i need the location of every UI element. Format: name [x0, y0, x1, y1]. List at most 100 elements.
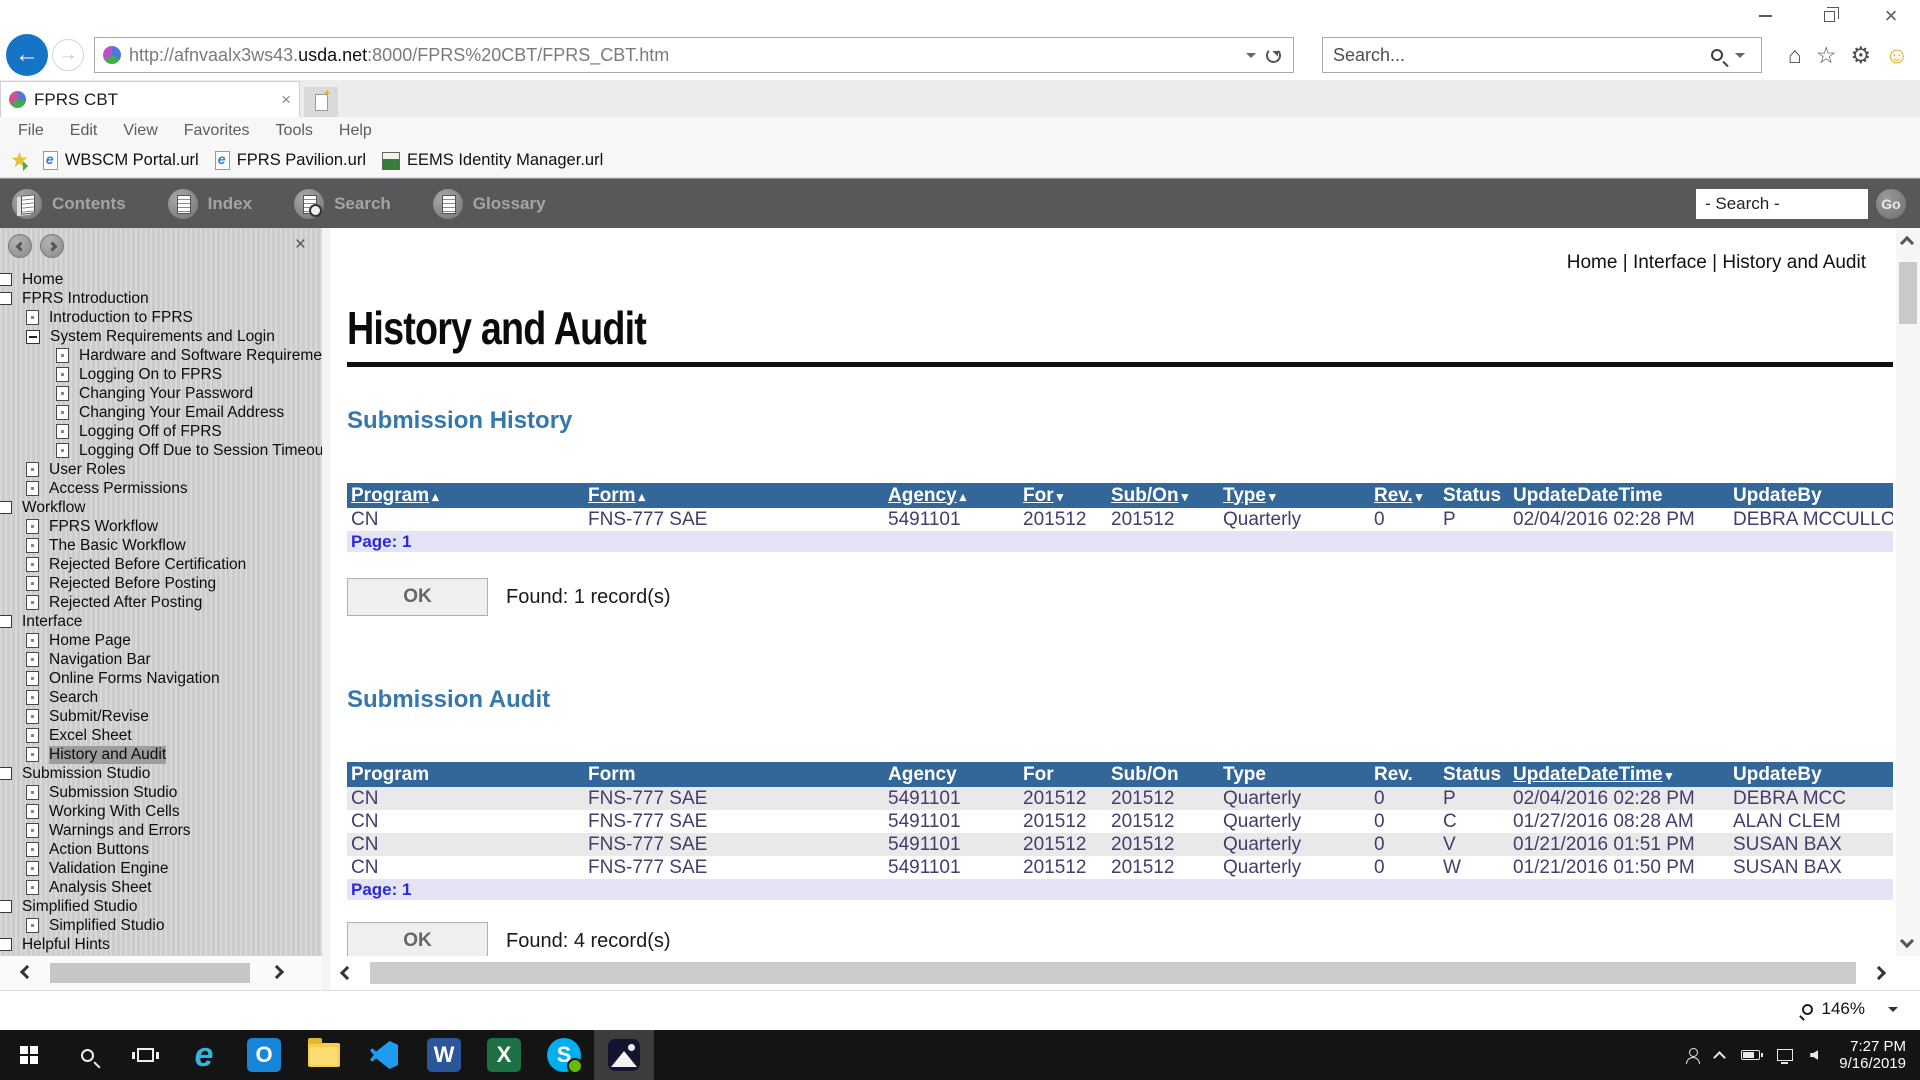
column-header[interactable]: Program▴	[347, 485, 584, 507]
toc-tree-item[interactable]: Logging On to FPRS	[0, 365, 322, 384]
toc-tree-item[interactable]: History and Audit	[0, 745, 322, 764]
help-toolbar-button[interactable]: Search	[294, 189, 391, 219]
column-header[interactable]: For	[1019, 764, 1107, 786]
taskbar-app[interactable]: W	[414, 1030, 474, 1080]
help-toolbar-button[interactable]: Index	[168, 189, 252, 219]
toc-tree-item[interactable]: FPRS Introduction	[0, 289, 322, 308]
column-header[interactable]: Program	[347, 764, 584, 786]
toc-tree-item[interactable]: Introduction to FPRS	[0, 308, 322, 327]
menu-item[interactable]: File	[18, 122, 44, 140]
column-header[interactable]: Rev.	[1370, 764, 1439, 786]
feedback-smiley-icon[interactable]: ☺	[1885, 43, 1908, 67]
toc-tree-item[interactable]: Workflow	[0, 498, 322, 517]
toc-tree-item[interactable]: System Requirements and Login	[0, 327, 322, 346]
column-header[interactable]: Form▴	[584, 485, 884, 507]
help-search-go-button[interactable]: Go	[1876, 189, 1906, 219]
favorites-bar-item[interactable]: EEMS Identity Manager.url	[382, 151, 603, 170]
toc-tree-item[interactable]: Changing Your Password	[0, 384, 322, 403]
toc-tree-item[interactable]: Simplified Studio	[0, 916, 322, 935]
toc-tree-item[interactable]: Rejected Before Certification	[0, 555, 322, 574]
content-horizontal-scrollbar[interactable]	[330, 956, 1896, 990]
column-header[interactable]: Agency	[884, 764, 1019, 786]
column-header[interactable]: UpdateBy	[1729, 485, 1893, 507]
scroll-left-icon[interactable]	[20, 965, 34, 979]
taskbar-app[interactable]: O	[234, 1030, 294, 1080]
hidden-icons-chevron[interactable]	[1713, 1051, 1726, 1064]
zoom-control[interactable]: 146%	[1802, 999, 1898, 1019]
help-search-input[interactable]	[1696, 189, 1868, 219]
menu-item[interactable]: Favorites	[184, 122, 250, 140]
scroll-down-icon[interactable]	[1900, 934, 1914, 948]
column-header[interactable]: UpdateDateTime▾	[1509, 764, 1729, 786]
forward-button[interactable]: →	[52, 39, 84, 71]
toc-tree-item[interactable]: Helpful Hints	[0, 935, 322, 954]
favorites-star-icon[interactable]: ☆	[1816, 43, 1837, 67]
close-button[interactable]: ×	[1868, 4, 1914, 28]
toc-tree-item[interactable]: Home	[0, 270, 322, 289]
column-header[interactable]: Type	[1219, 764, 1370, 786]
taskbar-app[interactable]	[594, 1030, 654, 1080]
favorites-bar-icon[interactable]: ★	[10, 148, 29, 173]
back-button[interactable]: ←	[6, 34, 48, 76]
toc-tree-item[interactable]: Action Buttons	[0, 840, 322, 859]
toc-close-icon[interactable]: ×	[295, 234, 306, 256]
battery-icon[interactable]	[1741, 1050, 1760, 1060]
address-field[interactable]: http://afnvaalx3ws43.usda.net:8000/FPRS%…	[94, 37, 1294, 73]
menu-item[interactable]: View	[123, 122, 157, 140]
toc-tree-item[interactable]: Access Permissions	[0, 479, 322, 498]
scroll-right-icon[interactable]	[270, 965, 284, 979]
taskbar-app[interactable]: S	[534, 1030, 594, 1080]
toc-tree-item[interactable]: Submission Studio	[0, 764, 322, 783]
scroll-up-icon[interactable]	[1900, 236, 1914, 250]
new-tab-button[interactable]	[304, 87, 338, 117]
search-dropdown-icon[interactable]	[1735, 53, 1745, 63]
toc-tree-item[interactable]: Changing Your Email Address	[0, 403, 322, 422]
toc-back-icon[interactable]	[8, 234, 32, 258]
toc-tree-item[interactable]: Analysis Sheet	[0, 878, 322, 897]
tab-close-icon[interactable]: ×	[281, 90, 291, 110]
column-header[interactable]: Rev.▾	[1370, 485, 1439, 507]
tab-fprs-cbt[interactable]: FPRS CBT ×	[0, 81, 300, 117]
toc-tree-item[interactable]: Logging Off Due to Session Timeout	[0, 441, 322, 460]
toc-tree-item[interactable]: Validation Engine	[0, 859, 322, 878]
column-header[interactable]: Sub/On▾	[1107, 485, 1219, 507]
toc-tree-item[interactable]: Interface	[0, 612, 322, 631]
scrollbar-thumb[interactable]	[1899, 262, 1917, 324]
column-header[interactable]: UpdateDateTime	[1509, 485, 1729, 507]
search-icon[interactable]	[1711, 49, 1723, 61]
toc-tree-item[interactable]: Simplified Studio	[0, 897, 322, 916]
settings-gear-icon[interactable]: ⚙	[1851, 43, 1872, 67]
toc-tree-item[interactable]: Search	[0, 688, 322, 707]
toc-horizontal-scrollbar[interactable]	[0, 956, 322, 990]
address-dropdown-icon[interactable]	[1246, 53, 1256, 63]
page-indicator[interactable]: Page: 1	[347, 531, 1893, 552]
toc-tree-item[interactable]: Warnings and Errors	[0, 821, 322, 840]
home-icon[interactable]: ⌂	[1788, 43, 1802, 67]
scrollbar-thumb[interactable]	[50, 963, 250, 983]
toc-tree-item[interactable]: Rejected After Posting	[0, 593, 322, 612]
menu-item[interactable]: Help	[339, 122, 372, 140]
toc-tree-item[interactable]: Excel Sheet	[0, 726, 322, 745]
zoom-dropdown-icon[interactable]	[1888, 1007, 1898, 1017]
toc-tree-item[interactable]: Submit/Revise	[0, 707, 322, 726]
toc-tree-item[interactable]: User Roles	[0, 460, 322, 479]
taskbar-app[interactable]: e	[174, 1030, 234, 1080]
start-button[interactable]	[0, 1030, 58, 1080]
network-icon[interactable]	[1777, 1049, 1793, 1061]
toc-forward-icon[interactable]	[40, 234, 64, 258]
column-header[interactable]: Form	[584, 764, 884, 786]
column-header[interactable]: Status	[1439, 485, 1509, 507]
minimize-button[interactable]	[1742, 4, 1788, 28]
column-header[interactable]: Status	[1439, 764, 1509, 786]
people-icon[interactable]	[1686, 1048, 1698, 1062]
column-header[interactable]: Agency▴	[884, 485, 1019, 507]
toc-tree-item[interactable]: Working With Cells	[0, 802, 322, 821]
toc-tree-item[interactable]: Navigation Bar	[0, 650, 322, 669]
content-vertical-scrollbar[interactable]	[1896, 228, 1920, 956]
favorites-bar-item[interactable]: FPRS Pavilion.url	[215, 151, 366, 170]
toc-tree-item[interactable]: Logging Off of FPRS	[0, 422, 322, 441]
toc-tree-item[interactable]: FPRS Workflow	[0, 517, 322, 536]
toc-tree-item[interactable]: The Basic Workflow	[0, 536, 322, 555]
scroll-left-icon[interactable]	[340, 966, 354, 980]
ok-button[interactable]: OK	[347, 578, 488, 616]
